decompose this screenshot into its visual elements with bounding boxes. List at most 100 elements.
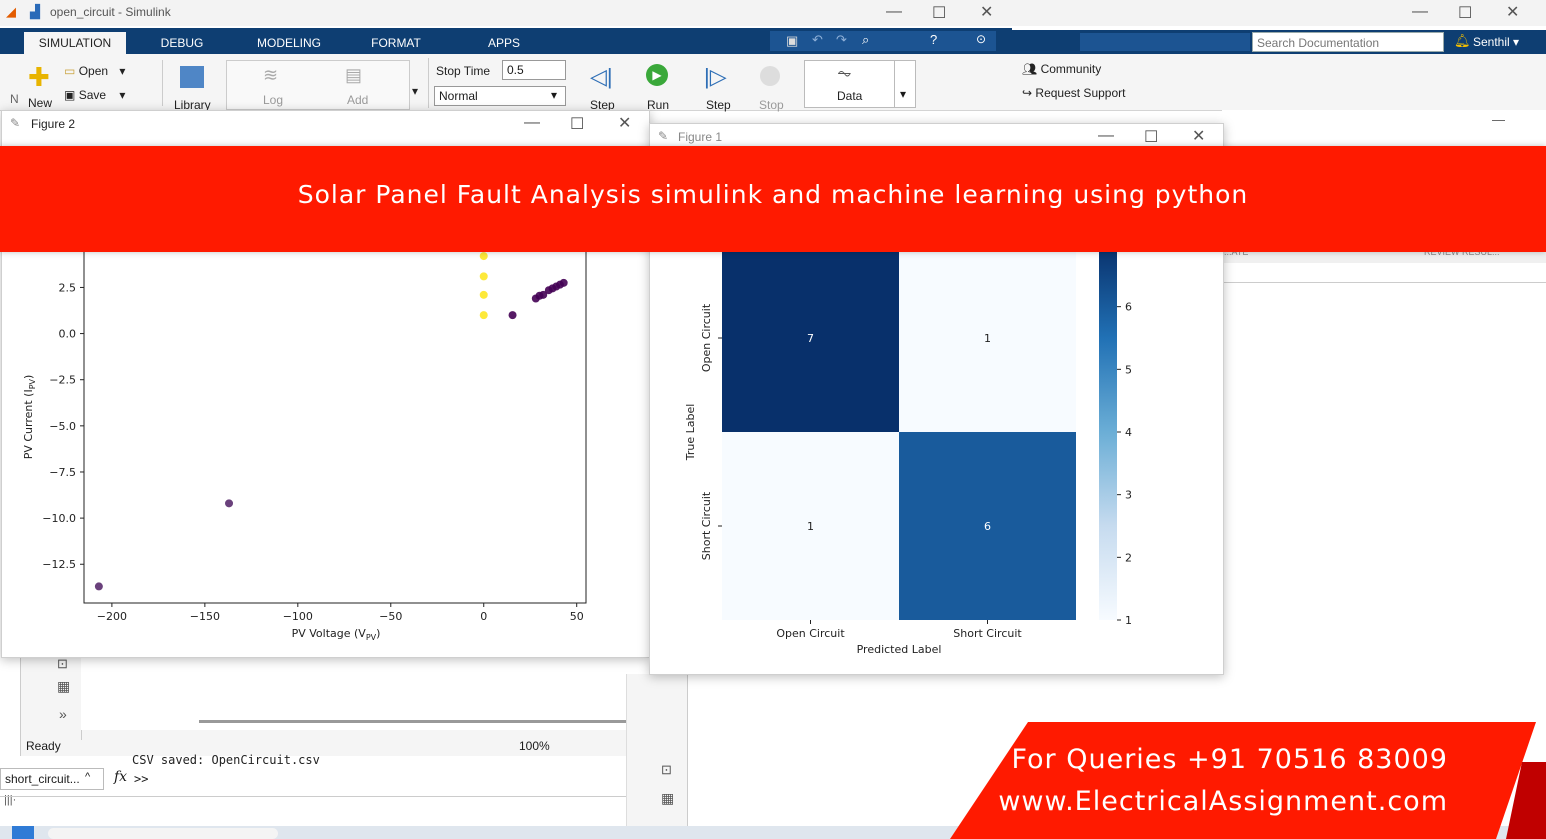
search-documentation-input[interactable]: Search Documentation xyxy=(1252,32,1444,52)
colorbar-tick-label: 3 xyxy=(1125,489,1132,502)
user-menu[interactable]: Senthil ▾ xyxy=(1473,35,1519,49)
new-label: New xyxy=(28,96,53,110)
x-tick-label: 50 xyxy=(570,610,584,623)
chevron-down-icon: ▾ xyxy=(119,64,126,78)
step-back-icon[interactable]: ◁| xyxy=(590,64,613,90)
cell-value-label: 6 xyxy=(984,520,991,533)
matlab-logo-icon: ◢ xyxy=(6,4,16,19)
support-icon: ↪︎ xyxy=(1022,86,1033,100)
search-icon[interactable]: ⌕ xyxy=(1432,33,1439,49)
y-axis-ticks: 2.5 0.0 −2.5 −5.0 −7.5 −10.0 −12.5 xyxy=(42,281,84,571)
tab-debug[interactable]: DEBUG xyxy=(150,32,214,54)
colorbar-tick-label: 1 xyxy=(1125,614,1132,627)
cell-value-label: 1 xyxy=(807,520,814,533)
request-support-link[interactable]: ↪︎ Request Support xyxy=(1022,86,1125,100)
promo-phone: For Queries +91 70516 83009 xyxy=(1011,744,1448,775)
stop-time-input[interactable]: 0.5 xyxy=(502,60,566,80)
save-button[interactable]: ▣ Save ▾ xyxy=(64,88,125,102)
new-button[interactable]: ✚ xyxy=(28,64,54,90)
banner-text: Solar Panel Fault Analysis simulink and … xyxy=(297,180,1249,209)
file-tab[interactable]: short_circuit... ^ xyxy=(0,768,104,790)
contact-promo: For Queries +91 70516 83009 www.Electric… xyxy=(950,722,1546,839)
camera-icon[interactable]: ⊡ xyxy=(661,762,672,778)
request-support-label: Request Support xyxy=(1035,86,1126,100)
community-link[interactable]: 👥︎ Community xyxy=(1022,62,1101,76)
stop-time-label: Stop Time xyxy=(436,64,491,78)
horizontal-scrollbar[interactable] xyxy=(199,720,627,723)
add-viewer-icon[interactable]: ▤ xyxy=(345,65,362,86)
close-icon[interactable]: ✕ xyxy=(1506,2,1519,22)
tab-modeling[interactable]: MODELING xyxy=(246,32,332,54)
x-tick-label: 0 xyxy=(480,610,487,623)
zoom-level: 100% xyxy=(519,739,550,753)
data-inspector-button[interactable]: ⏦ Data xyxy=(804,60,896,108)
command-prompt[interactable]: >> xyxy=(134,772,148,786)
colorbar-tick-label: 4 xyxy=(1125,426,1132,439)
tab-simulation[interactable]: SIMULATION xyxy=(24,32,126,54)
x-axis-label: Predicted Label xyxy=(857,643,942,656)
quick-access-toolbar[interactable] xyxy=(1080,33,1250,51)
model-browser-icon[interactable]: ▦ xyxy=(57,678,70,695)
scatter-point xyxy=(479,290,488,299)
tab-format[interactable]: FORMAT xyxy=(364,32,428,54)
undo-icon[interactable]: ↶ xyxy=(812,32,823,48)
quick-access-toolbar[interactable]: ▣ ↶ ↷ ⌕ ? ⊙ xyxy=(770,31,996,51)
x-tick-label: −50 xyxy=(379,610,402,623)
status-text: Ready xyxy=(26,739,61,753)
console-output-line: CSV saved: OpenCircuit.csv xyxy=(132,753,320,767)
collapse-toolstrip-icon[interactable]: ⊙ xyxy=(976,32,986,46)
log-signals-icon[interactable]: ≋ xyxy=(263,65,278,86)
redo-icon[interactable]: ↷ xyxy=(836,32,847,48)
open-button[interactable]: ▭ Open ▾ xyxy=(64,64,125,78)
colorbar-tick-label: 5 xyxy=(1125,363,1132,376)
scatter-point xyxy=(479,252,488,261)
data-menu-dropdown[interactable]: ▾ xyxy=(894,60,916,108)
zoom-icon[interactable]: ⌕ xyxy=(862,32,869,48)
chevron-down-icon: ▾ xyxy=(550,88,557,102)
data-label: Data xyxy=(837,89,863,103)
command-window[interactable]: CSV saved: OpenCircuit.csv short_circuit… xyxy=(0,753,626,816)
scatter-point xyxy=(479,311,488,320)
start-button[interactable] xyxy=(12,826,34,839)
maximize-icon[interactable]: ☐ xyxy=(1458,3,1472,23)
y-tick-label: −5.0 xyxy=(49,420,76,433)
expand-icon[interactable]: » xyxy=(59,706,67,722)
promo-website[interactable]: www.ElectricalAssignment.com xyxy=(998,786,1448,817)
minimize-icon[interactable]: — xyxy=(1492,112,1505,127)
model-browser-icon[interactable]: ▦ xyxy=(661,790,674,807)
y-category-label: Open Circuit xyxy=(700,303,713,372)
tab-apps[interactable]: APPS xyxy=(478,32,530,54)
library-browser-icon[interactable] xyxy=(180,66,204,88)
save-icon[interactable]: ▣ xyxy=(786,33,798,49)
open-label: Open xyxy=(78,64,109,78)
y-axis-label: PV Current (IPV) xyxy=(22,375,37,460)
window-title: open_circuit - Simulink xyxy=(50,5,171,19)
step-forward-icon[interactable]: |▷ xyxy=(704,64,727,90)
colorbar-tick-label: 2 xyxy=(1125,551,1132,564)
y-tick-label: 0.0 xyxy=(59,328,77,341)
y-category-label: Short Circuit xyxy=(700,491,713,560)
taskbar-search[interactable] xyxy=(48,828,278,839)
cell-value-label: 7 xyxy=(807,332,814,345)
minimize-icon[interactable]: — xyxy=(1412,3,1428,21)
matlab-title-bar: — ☐ ✕ xyxy=(1012,0,1546,26)
help-icon[interactable]: ? xyxy=(930,32,937,47)
simulation-mode-select[interactable]: Normal ▾ xyxy=(434,86,566,106)
run-icon[interactable]: ▶ xyxy=(646,64,668,86)
simulink-title-bar: ◢ ▟ open_circuit - Simulink — ☐ ✕ xyxy=(0,0,1012,26)
stop-icon[interactable] xyxy=(760,66,780,86)
minimize-icon[interactable]: — xyxy=(886,3,902,21)
x-axis-label: PV Voltage (VPV) xyxy=(292,627,381,642)
x-tick-label: −100 xyxy=(283,610,313,623)
camera-icon[interactable]: ⊡ xyxy=(57,656,68,672)
y-tick-label: −2.5 xyxy=(49,374,76,387)
scatter-point xyxy=(479,272,488,281)
close-icon[interactable]: ✕ xyxy=(980,2,993,22)
chevron-down-icon[interactable]: ▾ xyxy=(412,84,418,98)
fx-icon: fx xyxy=(114,769,128,785)
maximize-icon[interactable]: ☐ xyxy=(932,3,946,23)
stop-label: Stop xyxy=(759,98,784,112)
notification-bell-icon[interactable]: 🔔︎ xyxy=(1454,33,1471,49)
user-name: Senthil xyxy=(1473,35,1510,49)
y-tick-label: 2.5 xyxy=(59,281,77,294)
